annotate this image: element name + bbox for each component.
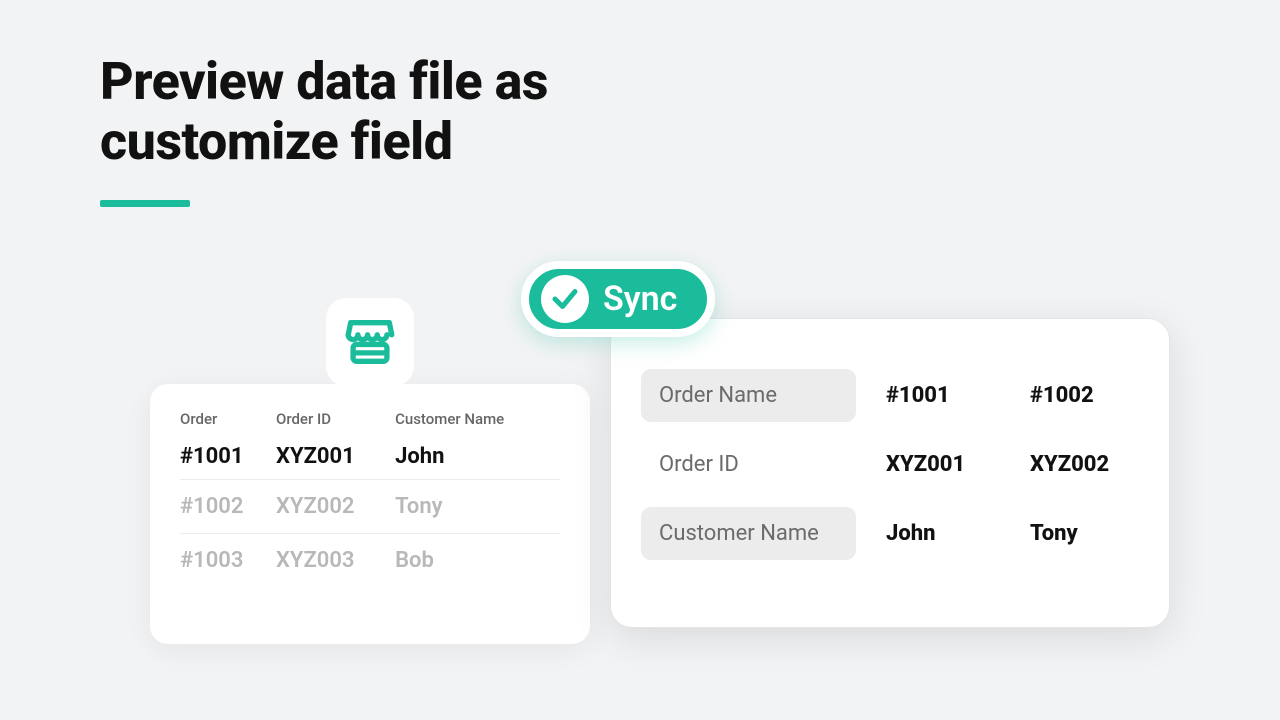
mapped-values: #1001 #1002 bbox=[856, 383, 1139, 408]
mapped-value: #1001 bbox=[886, 383, 986, 408]
cell-order: #1003 bbox=[180, 534, 276, 574]
mapped-label: Order ID bbox=[641, 438, 856, 491]
mapped-row: Order Name #1001 #1002 bbox=[641, 369, 1139, 422]
mapped-value: XYZ001 bbox=[886, 452, 986, 477]
mapped-value: XYZ002 bbox=[1030, 452, 1130, 477]
cell-order: #1001 bbox=[180, 434, 276, 480]
page-title-line1: Preview data file as bbox=[100, 52, 548, 112]
col-order: Order bbox=[180, 410, 276, 434]
source-data-card: Order Order ID Customer Name #1001 XYZ00… bbox=[150, 384, 590, 644]
table-row: #1001 XYZ001 John bbox=[180, 434, 560, 480]
page-title: Preview data file as customize field bbox=[100, 52, 548, 172]
sync-label: Sync bbox=[603, 279, 677, 319]
mapped-row: Order ID XYZ001 XYZ002 bbox=[641, 438, 1139, 491]
mapped-label: Customer Name bbox=[641, 507, 856, 560]
cell-customer: Bob bbox=[395, 534, 560, 574]
mapped-value: Tony bbox=[1030, 521, 1130, 546]
cell-order-id: XYZ001 bbox=[276, 434, 395, 480]
check-icon bbox=[541, 275, 589, 323]
mapped-values: XYZ001 XYZ002 bbox=[856, 452, 1139, 477]
cell-order: #1002 bbox=[180, 480, 276, 534]
table-header-row: Order Order ID Customer Name bbox=[180, 410, 560, 434]
page-title-line2: customize field bbox=[100, 112, 548, 172]
cell-order-id: XYZ002 bbox=[276, 480, 395, 534]
sync-button[interactable]: Sync bbox=[521, 261, 715, 337]
mapped-label: Order Name bbox=[641, 369, 856, 422]
table-row: #1002 XYZ002 Tony bbox=[180, 480, 560, 534]
cell-order-id: XYZ003 bbox=[276, 534, 395, 574]
col-order-id: Order ID bbox=[276, 410, 395, 434]
table-row: #1003 XYZ003 Bob bbox=[180, 534, 560, 574]
source-table: Order Order ID Customer Name #1001 XYZ00… bbox=[180, 410, 560, 573]
cell-customer: John bbox=[395, 434, 560, 480]
cell-customer: Tony bbox=[395, 480, 560, 534]
mapped-fields-card: Sync Order Name #1001 #1002 Order ID XYZ… bbox=[610, 318, 1170, 628]
mapped-value: John bbox=[886, 521, 986, 546]
mapped-value: #1002 bbox=[1030, 383, 1130, 408]
col-customer-name: Customer Name bbox=[395, 410, 560, 434]
title-underline bbox=[100, 200, 190, 207]
mapped-row: Customer Name John Tony bbox=[641, 507, 1139, 560]
mapped-values: John Tony bbox=[856, 521, 1139, 546]
store-icon bbox=[326, 298, 414, 386]
